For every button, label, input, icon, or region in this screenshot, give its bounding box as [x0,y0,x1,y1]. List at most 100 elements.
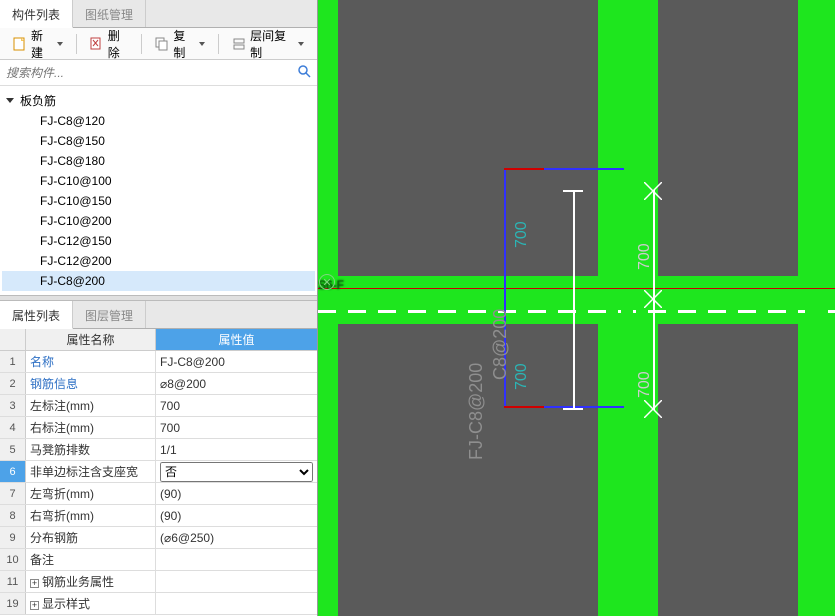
chevron-down-icon [57,42,63,46]
property-row-num: 11 [0,571,26,592]
property-row[interactable]: 2钢筋信息⌀8@200 [0,373,317,395]
chevron-down-icon [298,42,304,46]
tree-item[interactable]: FJ-C8@200 [2,271,315,291]
property-value[interactable]: 700 [156,417,317,438]
property-row[interactable]: 7左弯折(mm)(90) [0,483,317,505]
property-name: +钢筋业务属性 [26,571,156,592]
dim-line [573,190,575,320]
property-value-select[interactable]: 否 [160,462,313,482]
tree-item[interactable]: FJ-C10@100 [2,171,315,191]
tab-layers[interactable]: 图层管理 [73,301,146,328]
tree-item[interactable]: FJ-C8@120 [2,111,315,131]
property-header-num [0,329,26,350]
property-name: 右标注(mm) [26,417,156,438]
floor-copy-icon [232,37,246,51]
delete-button[interactable]: 删除 [83,23,136,65]
property-header-name: 属性名称 [26,329,156,350]
property-name: 备注 [26,549,156,570]
property-value[interactable]: 1/1 [156,439,317,460]
property-row[interactable]: 4右标注(mm)700 [0,417,317,439]
node-marker [805,305,817,317]
tree-toggle-icon[interactable] [6,98,14,103]
property-row[interactable]: 9分布钢筋(⌀6@250) [0,527,317,549]
property-grid: 1名称FJ-C8@2002钢筋信息⌀8@2003左标注(mm)7004右标注(m… [0,351,317,615]
property-header: 属性名称 属性值 [0,329,317,351]
property-value[interactable]: ⌀8@200 [156,373,317,394]
red-tick [504,168,544,170]
new-button[interactable]: 新建 [6,23,70,65]
property-row[interactable]: 6非单边标注含支座宽否 [0,461,317,483]
tree-root-label: 板负筋 [20,92,56,109]
property-value[interactable]: FJ-C8@200 [156,351,317,372]
property-row-num: 7 [0,483,26,504]
dim-value: 700 [513,221,531,248]
property-name: 左标注(mm) [26,395,156,416]
property-name: 马凳筋排数 [26,439,156,460]
property-row-num: 1 [0,351,26,372]
search-input[interactable] [6,66,297,80]
property-row[interactable]: 3左标注(mm)700 [0,395,317,417]
component-tree: 板负筋 FJ-C8@120FJ-C8@150FJ-C8@180FJ-C10@10… [0,86,317,295]
tree-item[interactable]: FJ-C8@150 [2,131,315,151]
copy-button[interactable]: 复制 [148,23,212,65]
canvas-label-fj: FJ-C8@200 [466,363,487,460]
property-name: 右弯折(mm) [26,505,156,526]
dim-cross-icon [644,290,662,308]
property-row-num: 8 [0,505,26,526]
dim-cross-icon [644,400,662,418]
dim-tick [563,190,583,192]
property-row-num: 4 [0,417,26,438]
white-dash-line [318,310,835,313]
dim-line [573,320,575,410]
toolbar-separator [76,34,77,54]
property-name: 非单边标注含支座宽 [26,461,156,482]
green-beam-h [318,276,835,324]
property-row-num: 5 [0,439,26,460]
canvas-label-c8: C8@200 [490,309,511,380]
red-tick [504,406,544,408]
property-header-value[interactable]: 属性值 [156,329,317,350]
property-row-num: 6 [0,461,26,482]
property-row[interactable]: 19+显示样式 [0,593,317,615]
property-name: 左弯折(mm) [26,483,156,504]
tree-item[interactable]: FJ-C12@150 [2,231,315,251]
property-value[interactable]: 700 [156,395,317,416]
property-name: 名称 [26,351,156,372]
tree-item[interactable]: FJ-C10@150 [2,191,315,211]
property-row-num: 2 [0,373,26,394]
copy-label: 复制 [173,27,193,61]
property-row[interactable]: 5马凳筋排数1/1 [0,439,317,461]
property-row-num: 9 [0,527,26,548]
expand-icon[interactable]: + [30,579,39,588]
tree-item[interactable]: FJ-C10@200 [2,211,315,231]
property-row[interactable]: 10备注 [0,549,317,571]
drawing-canvas[interactable]: FJ-C8@200 C8@200 700 700 700 700 S6-F ✕ [318,0,835,616]
property-row[interactable]: 1名称FJ-C8@200 [0,351,317,373]
property-tabs: 属性列表 图层管理 [0,301,317,329]
property-value[interactable] [156,593,317,614]
tree-root[interactable]: 板负筋 [2,90,315,111]
dim-cross-icon [644,182,662,200]
tree-item[interactable]: FJ-C12@200 [2,251,315,271]
expand-icon[interactable]: + [30,601,39,610]
chevron-down-icon [199,42,205,46]
tab-properties[interactable]: 属性列表 [0,301,73,329]
floor-copy-button[interactable]: 层间复制 [225,23,311,65]
property-row[interactable]: 8右弯折(mm)(90) [0,505,317,527]
property-value[interactable] [156,549,317,570]
property-value[interactable] [156,571,317,592]
search-icon[interactable] [297,64,311,81]
property-value[interactable]: (90) [156,505,317,526]
copy-icon [155,37,169,51]
property-value[interactable]: (⌀6@250) [156,527,317,548]
property-value[interactable]: 否 [156,461,317,482]
delete-icon [90,37,104,51]
property-value[interactable]: (90) [156,483,317,504]
tree-item[interactable]: FJ-C8@180 [2,151,315,171]
property-name: 分布钢筋 [26,527,156,548]
red-centerline [318,288,835,289]
new-label: 新建 [31,27,51,61]
property-row[interactable]: 11+钢筋业务属性 [0,571,317,593]
node-marker [621,305,633,317]
property-row-num: 3 [0,395,26,416]
